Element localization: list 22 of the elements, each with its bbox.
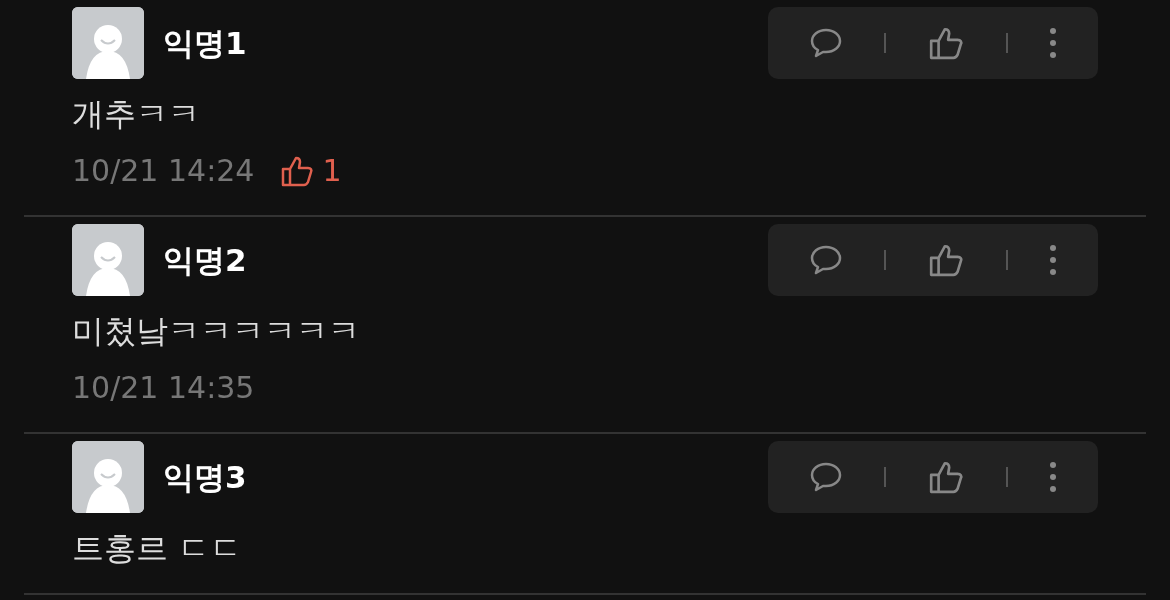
like-count: 1 [322,152,342,190]
more-icon[interactable] [1049,462,1058,492]
comment-text: 미쳤낰ㅋㅋㅋㅋㅋㅋ [72,311,361,352]
avatar-icon [72,224,144,296]
avatar-icon [72,7,144,79]
comment-icon[interactable] [808,244,843,276]
author-name: 익명2 [163,240,247,280]
thumbs-up-icon[interactable] [928,242,964,278]
timestamp: 10/21 14:24 [72,152,255,190]
comment-icon[interactable] [808,461,843,493]
author-name: 익명1 [163,23,247,63]
more-icon[interactable] [1049,28,1058,58]
timestamp: 10/21 14:35 [72,369,255,407]
avatar-icon [72,441,144,513]
comment-icon[interactable] [808,27,843,59]
thumbs-up-icon[interactable] [928,25,964,61]
more-icon[interactable] [1049,245,1058,275]
comment-text: 개추ㅋㅋ [72,94,201,135]
thumbs-up-icon[interactable] [928,459,964,495]
author-name: 익명3 [163,457,247,497]
thumbs-up-icon [280,154,315,188]
comment-text: 트홍르 ㄷㄷ [72,528,244,569]
